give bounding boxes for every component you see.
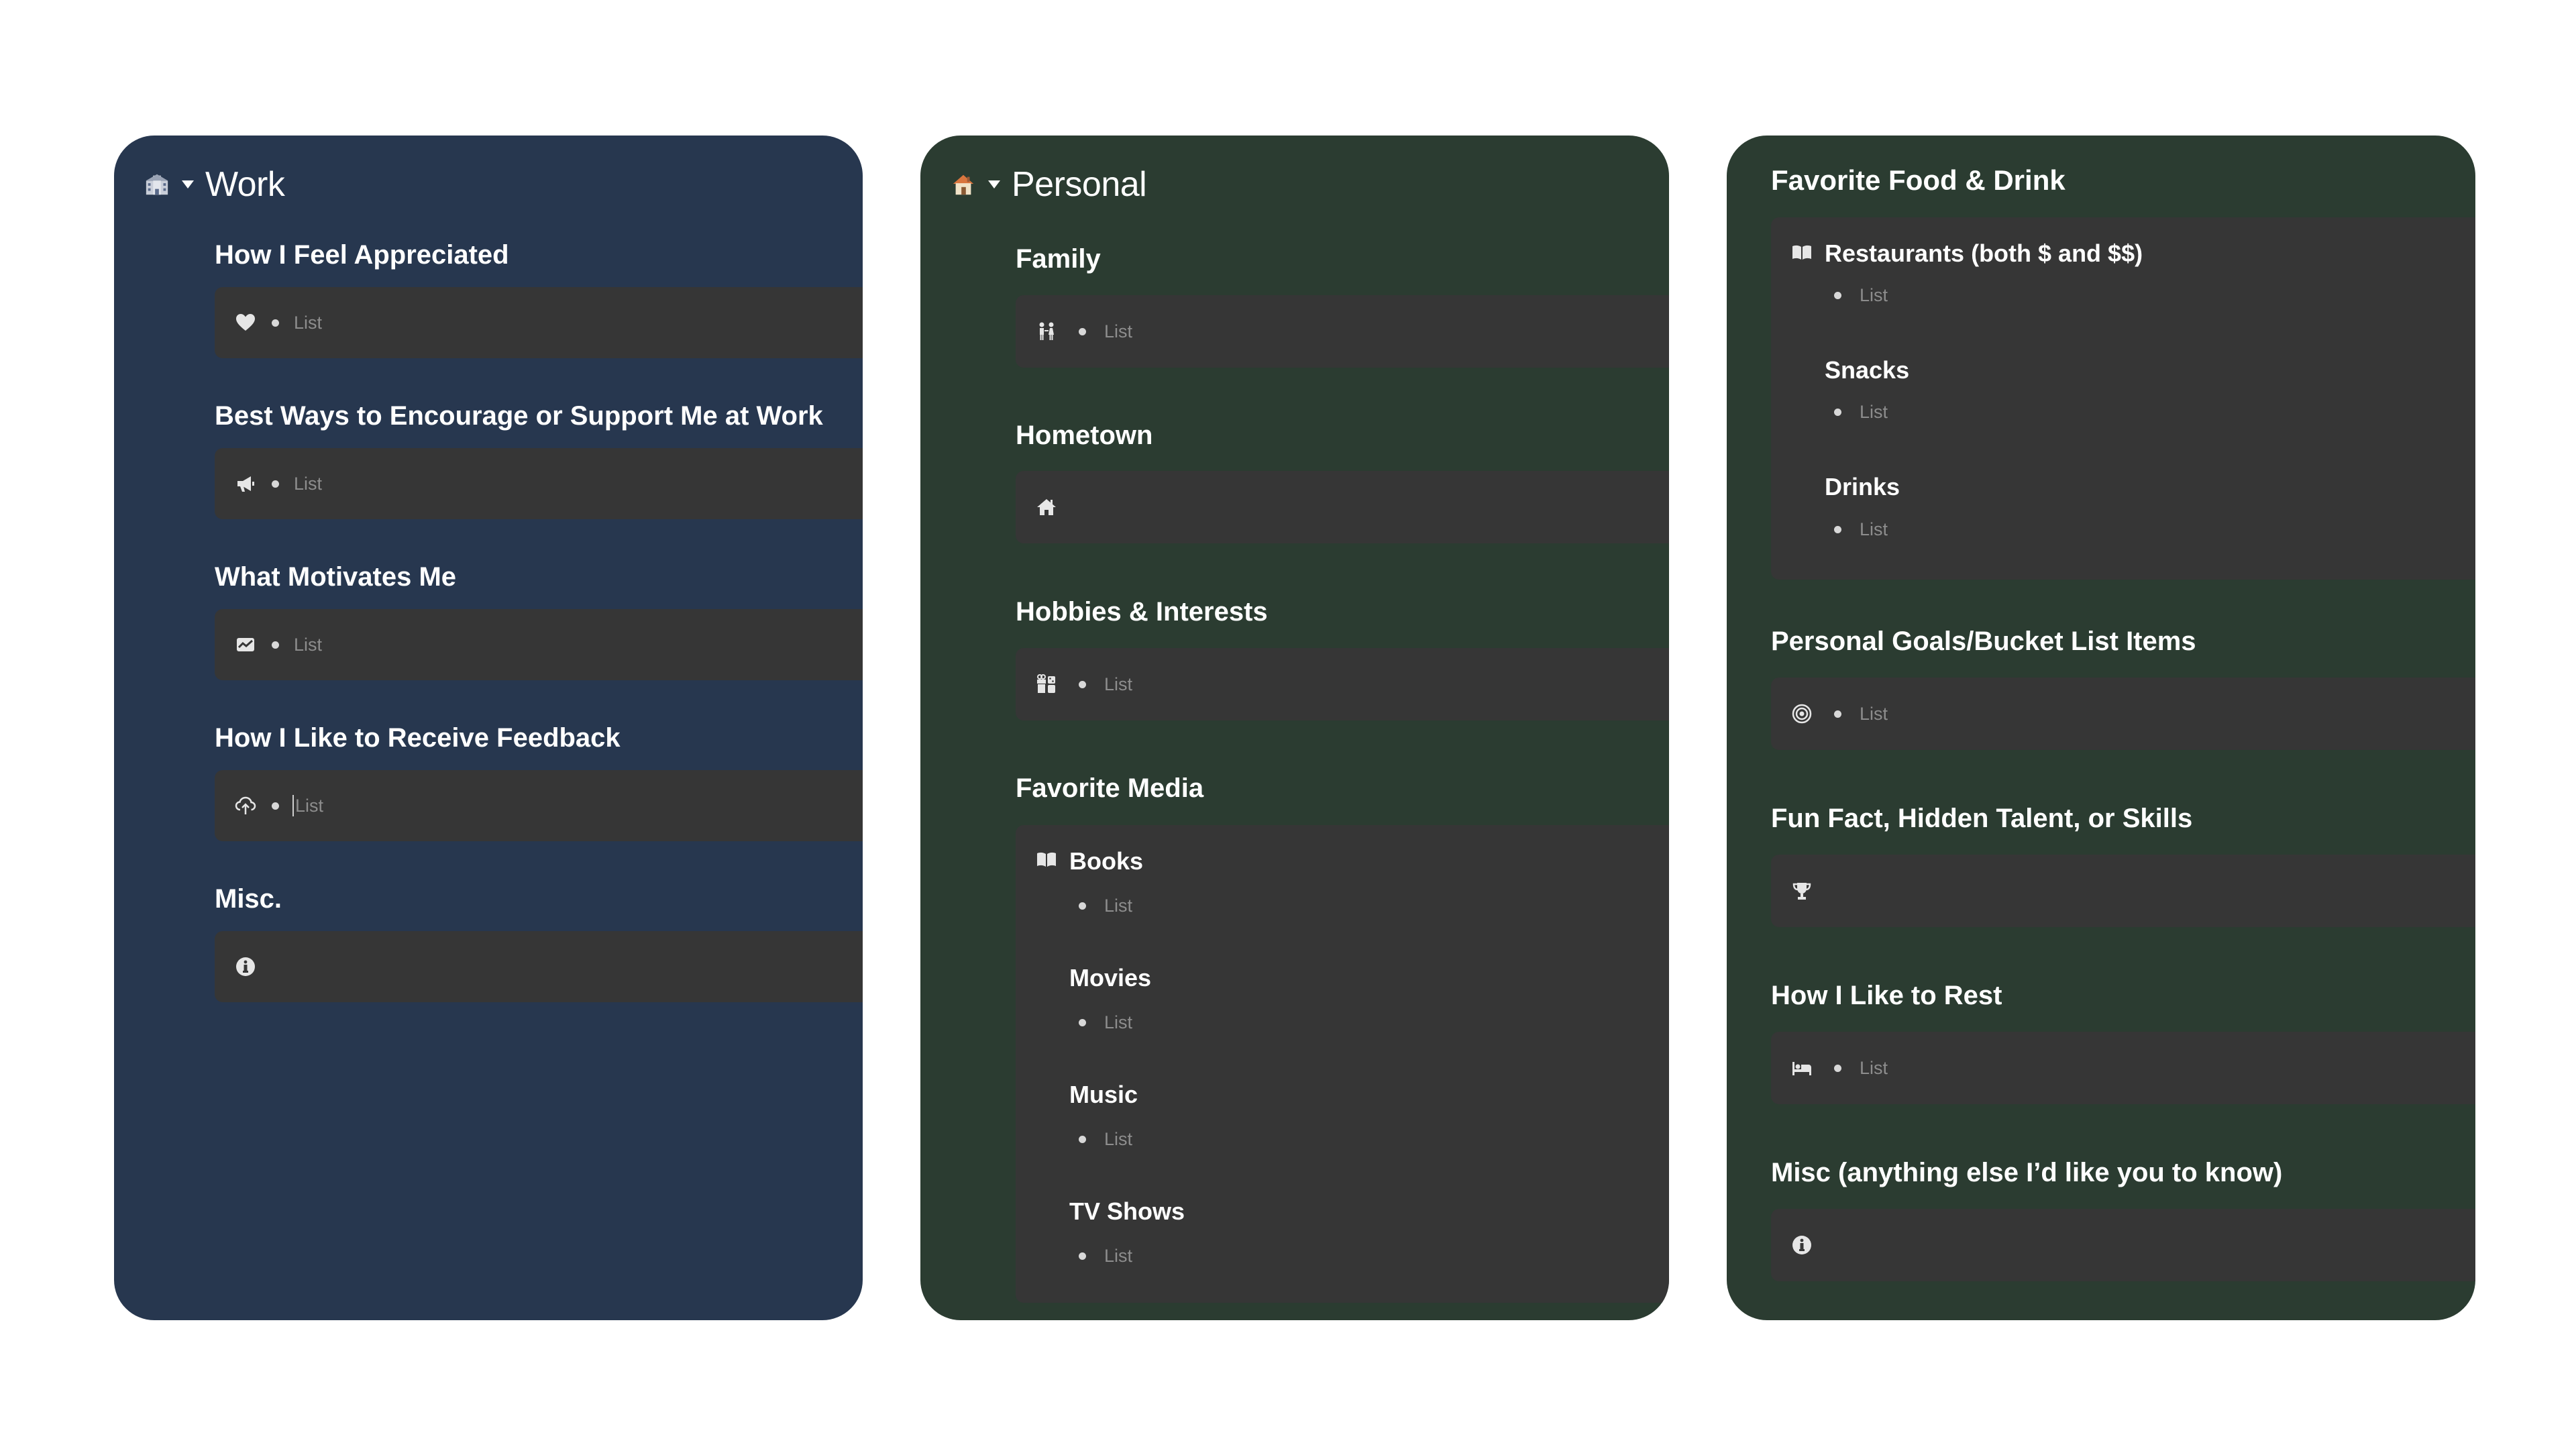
list-bullet bbox=[272, 641, 279, 649]
food-panel: Favorite Food & Drink Restaurants (both … bbox=[1727, 136, 2475, 1320]
gift-icon[interactable] bbox=[1034, 672, 1059, 696]
work-section-misc-heading[interactable]: Misc. bbox=[215, 885, 282, 912]
media-music-heading[interactable]: Music bbox=[1069, 1083, 1138, 1107]
personal-callout-hometown[interactable] bbox=[1016, 471, 1669, 543]
list-bullet bbox=[1834, 409, 1841, 416]
office-building-icon bbox=[144, 171, 170, 198]
work-callout-misc[interactable] bbox=[215, 931, 863, 1002]
bed-icon[interactable] bbox=[1790, 1056, 1814, 1080]
personal-callout-media[interactable]: Books List Movies List Music List TV Sho… bbox=[1016, 825, 1669, 1303]
work-header: Work bbox=[144, 161, 285, 208]
list-placeholder[interactable]: List bbox=[1104, 323, 1132, 341]
info-icon[interactable] bbox=[1790, 1233, 1814, 1257]
list-placeholder[interactable]: List bbox=[294, 314, 322, 332]
list-bullet bbox=[272, 319, 279, 327]
food-section-misc-heading[interactable]: Misc (anything else I’d like you to know… bbox=[1771, 1159, 2282, 1186]
work-callout-feedback[interactable]: List bbox=[215, 770, 863, 841]
personal-section-media-heading[interactable]: Favorite Media bbox=[1016, 775, 1203, 802]
media-movies-heading[interactable]: Movies bbox=[1069, 966, 1151, 990]
triangle-down-icon bbox=[182, 180, 194, 189]
list-bullet bbox=[1834, 526, 1841, 533]
food-callout-rest[interactable]: List bbox=[1771, 1032, 2475, 1104]
list-placeholder[interactable]: List bbox=[1104, 676, 1132, 694]
personal-collapse-toggle[interactable] bbox=[982, 172, 1006, 197]
food-callout-misc[interactable] bbox=[1771, 1209, 2475, 1281]
house-icon bbox=[950, 171, 977, 198]
list-bullet bbox=[272, 802, 279, 810]
heart-icon[interactable] bbox=[233, 311, 258, 335]
list-placeholder[interactable]: List bbox=[1104, 1014, 1132, 1032]
list-bullet bbox=[272, 480, 279, 488]
personal-section-hobbies-heading[interactable]: Hobbies & Interests bbox=[1016, 598, 1268, 625]
list-bullet bbox=[1079, 1019, 1086, 1026]
work-section-motivates-heading[interactable]: What Motivates Me bbox=[215, 564, 456, 590]
list-placeholder[interactable]: List bbox=[1860, 521, 1888, 539]
target-icon[interactable] bbox=[1790, 702, 1814, 726]
list-placeholder[interactable]: List bbox=[295, 797, 323, 815]
home-icon[interactable] bbox=[1034, 495, 1059, 519]
cloud-upload-icon[interactable] bbox=[233, 794, 258, 818]
work-callout-appreciated[interactable]: List bbox=[215, 287, 863, 358]
list-placeholder[interactable]: List bbox=[294, 475, 322, 493]
food-section-rest-heading[interactable]: How I Like to Rest bbox=[1771, 982, 2002, 1009]
work-title[interactable]: Work bbox=[205, 164, 285, 205]
megaphone-icon[interactable] bbox=[233, 472, 258, 496]
list-placeholder[interactable]: List bbox=[294, 636, 322, 654]
trophy-icon[interactable] bbox=[1790, 879, 1814, 903]
media-tvshows-heading[interactable]: TV Shows bbox=[1069, 1199, 1185, 1224]
personal-callout-family[interactable]: List bbox=[1016, 295, 1669, 368]
list-placeholder[interactable]: List bbox=[1860, 403, 1888, 421]
food-section-funfact-heading[interactable]: Fun Fact, Hidden Talent, or Skills bbox=[1771, 805, 2192, 832]
food-callout-groups[interactable]: Restaurants (both $ and $$) List Snacks … bbox=[1771, 217, 2475, 580]
media-books-heading[interactable]: Books bbox=[1069, 849, 1143, 873]
triangle-down-icon bbox=[988, 180, 1000, 189]
list-bullet bbox=[1079, 328, 1086, 335]
personal-panel: Personal Family List Hometown Hobbies & … bbox=[920, 136, 1669, 1320]
food-callout-goals[interactable]: List bbox=[1771, 678, 2475, 750]
family-icon[interactable] bbox=[1034, 319, 1059, 343]
book-icon[interactable] bbox=[1034, 847, 1059, 871]
list-bullet bbox=[1834, 1065, 1841, 1072]
list-placeholder[interactable]: List bbox=[1860, 1059, 1888, 1077]
list-bullet bbox=[1834, 292, 1841, 299]
personal-section-family-heading[interactable]: Family bbox=[1016, 246, 1101, 272]
book-icon[interactable] bbox=[1790, 240, 1814, 264]
work-callout-encourage[interactable]: List bbox=[215, 448, 863, 519]
info-icon[interactable] bbox=[233, 955, 258, 979]
food-drinks-heading[interactable]: Drinks bbox=[1825, 475, 1900, 499]
work-collapse-toggle[interactable] bbox=[176, 172, 200, 197]
personal-section-hometown-heading[interactable]: Hometown bbox=[1016, 422, 1152, 449]
list-placeholder[interactable]: List bbox=[1860, 286, 1888, 305]
list-placeholder[interactable]: List bbox=[1860, 705, 1888, 723]
list-bullet bbox=[1079, 1252, 1086, 1260]
food-snacks-heading[interactable]: Snacks bbox=[1825, 358, 1909, 382]
food-callout-funfact[interactable] bbox=[1771, 855, 2475, 927]
food-restaurants-heading[interactable]: Restaurants (both $ and $$) bbox=[1825, 241, 2143, 266]
list-bullet bbox=[1834, 710, 1841, 718]
list-placeholder[interactable]: List bbox=[1104, 897, 1132, 915]
food-section-goals-heading[interactable]: Personal Goals/Bucket List Items bbox=[1771, 628, 2196, 655]
chart-card-icon[interactable] bbox=[233, 633, 258, 657]
personal-title[interactable]: Personal bbox=[1012, 164, 1147, 205]
personal-callout-hobbies[interactable]: List bbox=[1016, 648, 1669, 720]
personal-header: Personal bbox=[950, 161, 1147, 208]
food-title[interactable]: Favorite Food & Drink bbox=[1771, 166, 2065, 195]
work-section-feedback-heading[interactable]: How I Like to Receive Feedback bbox=[215, 724, 621, 751]
list-bullet bbox=[1079, 902, 1086, 910]
work-section-encourage-heading[interactable]: Best Ways to Encourage or Support Me at … bbox=[215, 402, 823, 429]
work-callout-motivates[interactable]: List bbox=[215, 609, 863, 680]
list-bullet bbox=[1079, 681, 1086, 688]
list-placeholder[interactable]: List bbox=[1104, 1247, 1132, 1265]
work-section-appreciated-heading[interactable]: How I Feel Appreciated bbox=[215, 241, 509, 268]
list-bullet bbox=[1079, 1136, 1086, 1143]
text-cursor bbox=[292, 795, 294, 816]
list-placeholder[interactable]: List bbox=[1104, 1130, 1132, 1148]
work-panel: Work How I Feel Appreciated List Best Wa… bbox=[114, 136, 863, 1320]
